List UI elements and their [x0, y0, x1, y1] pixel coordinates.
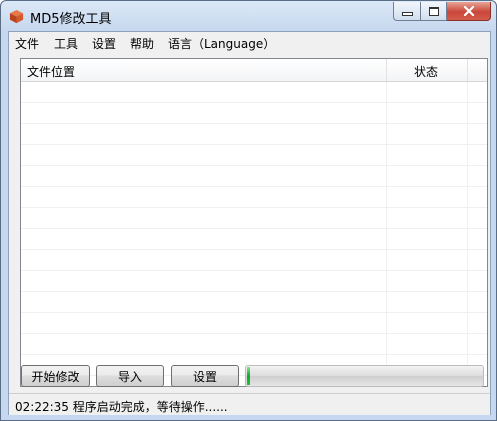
menu-help[interactable]: 帮助: [130, 35, 154, 52]
title-bar[interactable]: MD5修改工具: [1, 1, 496, 31]
status-bar: 02:22:35 程序启动完成，等待操作......: [9, 393, 490, 415]
column-header-file-location[interactable]: 文件位置: [21, 59, 387, 81]
list-body[interactable]: [21, 82, 487, 386]
menu-file[interactable]: 文件: [15, 35, 39, 52]
client-area: 文件 工具 设置 帮助 语言（Language） 文件位置 状态 开始修改 导入…: [8, 31, 491, 415]
column-header-status-label: 状态: [414, 65, 439, 79]
menu-tools[interactable]: 工具: [54, 35, 78, 52]
maximize-button[interactable]: [421, 2, 447, 21]
close-icon: [463, 6, 474, 16]
menu-language[interactable]: 语言（Language）: [168, 35, 275, 52]
list-header: 文件位置 状态: [21, 59, 487, 82]
import-button[interactable]: 导入: [96, 365, 164, 387]
menu-bar: 文件 工具 设置 帮助 语言（Language）: [9, 32, 490, 52]
main-window: MD5修改工具 文件 工具 设置 帮助 语言（Language） 文件位置 状态…: [0, 0, 497, 421]
cube-icon: [9, 9, 24, 24]
minimize-button[interactable]: [393, 2, 421, 21]
window-title: MD5修改工具: [30, 12, 112, 27]
column-header-status[interactable]: 状态: [387, 59, 468, 81]
close-button[interactable]: [447, 2, 491, 21]
file-list[interactable]: 文件位置 状态: [20, 58, 488, 387]
progress-bar: [245, 365, 484, 387]
menu-settings[interactable]: 设置: [92, 35, 116, 52]
column-divider: [467, 82, 468, 386]
minimize-icon: [401, 12, 413, 16]
settings-button[interactable]: 设置: [171, 365, 239, 387]
caption-buttons: [393, 2, 491, 21]
start-modify-button[interactable]: 开始修改: [21, 365, 90, 387]
column-header-file-location-label: 文件位置: [27, 65, 76, 79]
column-divider: [386, 82, 387, 386]
maximize-icon: [428, 6, 439, 16]
progress-fill: [247, 367, 250, 385]
status-text: 02:22:35 程序启动完成，等待操作......: [15, 400, 228, 414]
